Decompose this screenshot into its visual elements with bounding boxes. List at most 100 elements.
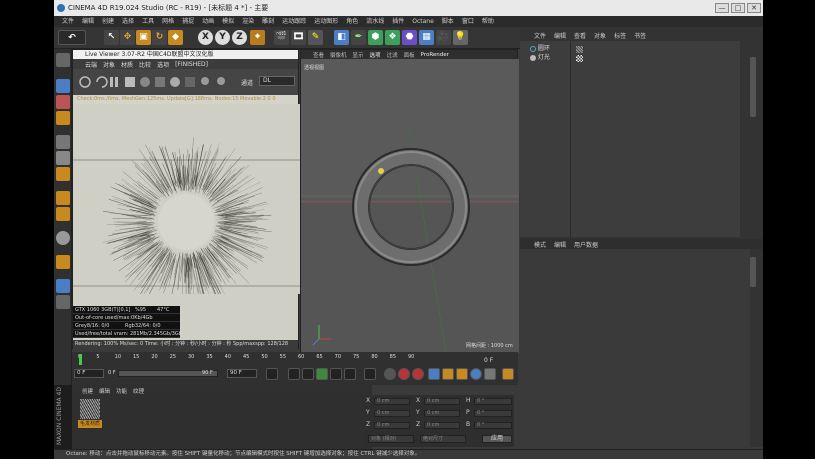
mm-menu-function[interactable]: 功能	[116, 387, 127, 395]
key-rotation-icon[interactable]	[456, 368, 468, 380]
key-scale-icon[interactable]	[442, 368, 454, 380]
scene-floor-icon[interactable]: ▦	[419, 30, 434, 45]
vp-menu-filter[interactable]: 过滤	[387, 51, 398, 59]
mograph-cloner-icon[interactable]: ❖	[385, 30, 400, 45]
mm-menu-texture[interactable]: 纹理	[133, 387, 144, 395]
menu-pipeline[interactable]: 流水线	[362, 16, 388, 27]
vp-menu-options[interactable]: 选项	[370, 51, 381, 59]
menu-window[interactable]: 窗口	[458, 16, 478, 27]
keyframe-selection-icon[interactable]	[412, 368, 424, 380]
playhead[interactable]	[79, 354, 82, 365]
am-menu-edit[interactable]: 编辑	[554, 240, 566, 249]
attribute-scrollbar[interactable]	[750, 257, 756, 287]
menu-select[interactable]: 选择	[118, 16, 138, 27]
rot-h-field[interactable]: 0 °	[474, 398, 512, 405]
object-row[interactable]: 灯光	[530, 54, 583, 62]
render-view-icon[interactable]: 🎞	[291, 30, 306, 45]
menu-plugins[interactable]: 插件	[388, 16, 408, 27]
points-mode-icon[interactable]	[56, 135, 70, 149]
lv-menu-cloud[interactable]: 云端	[85, 60, 97, 69]
rot-p-field[interactable]: 0 °	[474, 410, 512, 417]
next-key-icon[interactable]	[344, 368, 356, 380]
grid-icon[interactable]	[56, 295, 70, 309]
axis-z-button[interactable]: Z	[232, 30, 247, 45]
min-frame-field[interactable]: 0 F	[108, 369, 118, 378]
object-list-scrollbar[interactable]	[750, 57, 756, 117]
render-settings-icon[interactable]: ✎	[308, 30, 323, 45]
light-bulb-icon[interactable]: 💡	[453, 30, 468, 45]
end-frame-field[interactable]: 90 F	[227, 369, 257, 378]
om-menu-file[interactable]: 文件	[534, 31, 546, 40]
next-frame-icon[interactable]	[330, 368, 342, 380]
goto-end-icon[interactable]	[364, 368, 376, 380]
rot-b-field[interactable]: 0 °	[474, 422, 512, 429]
texture-mode-icon[interactable]	[56, 95, 70, 109]
recent-tool-icon[interactable]: ◆	[168, 30, 183, 45]
snapping-icon[interactable]	[56, 231, 70, 245]
menu-motion-tracking[interactable]: 运动跟踪	[278, 16, 310, 27]
vp-menu-prorender[interactable]: ProRender	[421, 52, 449, 58]
om-menu-bookmarks[interactable]: 书签	[634, 31, 646, 40]
menu-snap[interactable]: 捕捉	[178, 16, 198, 27]
pos-z-field[interactable]: 0 cm	[374, 422, 410, 429]
key-position-icon[interactable]	[428, 368, 440, 380]
perspective-viewport[interactable]: 查看 摄像机 显示 选项 过滤 面板 ProRender 透视视图 网格间距:…	[300, 49, 519, 353]
am-menu-userdata[interactable]: 用户数据	[574, 240, 598, 249]
record-keys-icon[interactable]	[384, 368, 396, 380]
prev-key-icon[interactable]	[288, 368, 300, 380]
menu-character[interactable]: 角色	[342, 16, 362, 27]
octane-light-tag-icon[interactable]	[576, 55, 583, 62]
make-editable-icon[interactable]	[56, 53, 70, 67]
lv-channel-select[interactable]: DL	[259, 76, 295, 86]
menu-script[interactable]: 脚本	[438, 16, 458, 27]
am-menu-mode[interactable]: 模式	[534, 240, 546, 249]
menu-animate[interactable]: 动画	[198, 16, 218, 27]
max-frame-field[interactable]: 90 F	[202, 369, 220, 378]
size-mode-select[interactable]: 绝对尺寸	[420, 435, 466, 443]
start-frame-field[interactable]: 0 F	[74, 369, 104, 378]
scale-icon[interactable]: ▣	[136, 30, 151, 45]
camera-icon[interactable]: 🎥	[436, 30, 451, 45]
om-menu-view[interactable]: 查看	[574, 31, 586, 40]
subdivision-icon[interactable]: ⬢	[368, 30, 383, 45]
key-parameter-icon[interactable]	[470, 368, 482, 380]
om-menu-tags[interactable]: 标签	[614, 31, 626, 40]
autokey-icon[interactable]	[398, 368, 410, 380]
menu-octane[interactable]: Octane	[408, 16, 438, 27]
menu-mograph[interactable]: 运动图形	[310, 16, 342, 27]
timeline-window-icon[interactable]	[502, 368, 514, 380]
vp-menu-cameras[interactable]: 摄像机	[330, 51, 347, 59]
material-name[interactable]: 毛发材质	[78, 420, 102, 428]
apply-button[interactable]: 应用	[482, 435, 512, 443]
menu-render[interactable]: 渲染	[238, 16, 258, 27]
lv-menu-compare[interactable]: 比较	[139, 60, 151, 69]
menu-tools[interactable]: 工具	[138, 16, 158, 27]
lv-menu-options[interactable]: 选项	[157, 60, 169, 69]
size-z-field[interactable]: 0 cm	[424, 422, 460, 429]
lv-menu-objects[interactable]: 对象	[103, 60, 115, 69]
menu-edit[interactable]: 编辑	[78, 16, 98, 27]
key-pla-icon[interactable]	[484, 368, 496, 380]
mm-menu-edit[interactable]: 编辑	[99, 387, 110, 395]
move-icon[interactable]: ✥	[120, 30, 135, 45]
menu-mesh[interactable]: 网格	[158, 16, 178, 27]
prev-frame-icon[interactable]	[302, 368, 314, 380]
lv-menu-materials[interactable]: 材质	[121, 60, 133, 69]
vp-menu-view[interactable]: 查看	[313, 51, 324, 59]
menu-help[interactable]: 帮助	[478, 16, 498, 27]
pen-icon[interactable]: ✒	[351, 30, 366, 45]
size-y-field[interactable]: 0 cm	[424, 410, 460, 417]
size-x-field[interactable]: 0 cm	[424, 398, 460, 405]
solo-icon[interactable]	[56, 255, 70, 269]
rotate-icon[interactable]: ↻	[152, 30, 167, 45]
maximize-button[interactable]: □	[731, 3, 745, 13]
vp-menu-panel[interactable]: 面板	[404, 51, 415, 59]
om-menu-edit[interactable]: 编辑	[554, 31, 566, 40]
cube-icon[interactable]: ◧	[334, 30, 349, 45]
coordinate-mode-select[interactable]: 对象 (相对)	[368, 435, 414, 443]
menu-create[interactable]: 创建	[98, 16, 118, 27]
mm-menu-create[interactable]: 创建	[82, 387, 93, 395]
menu-simulate[interactable]: 模拟	[218, 16, 238, 27]
model-mode-icon[interactable]	[56, 79, 70, 93]
select-arrow-icon[interactable]: ↖	[104, 30, 119, 45]
